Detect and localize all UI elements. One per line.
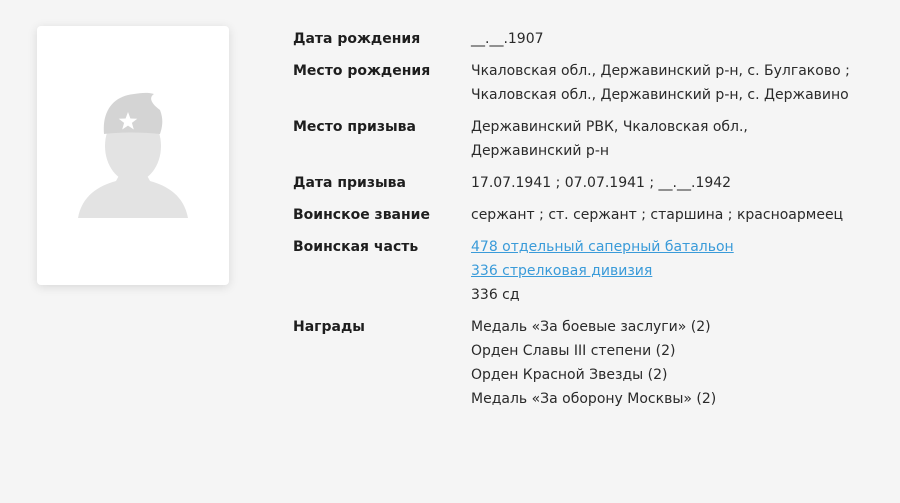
field-label: Место рождения bbox=[293, 63, 431, 79]
field-values: 17.07.1941 ; 07.07.1941 ; __.__.1942 bbox=[471, 171, 893, 195]
field-row-birth-place: Место рождения Чкаловская обл., Державинс… bbox=[293, 59, 893, 107]
field-values: Медаль «За боевые заслуги» (2) Орден Слав… bbox=[471, 315, 893, 411]
unit-link[interactable]: 478 отдельный саперный батальон bbox=[471, 235, 893, 259]
field-label: Воинская часть bbox=[293, 239, 419, 255]
field-value: сержант ; ст. сержант ; старшина ; красн… bbox=[471, 207, 844, 223]
field-label: Место призыва bbox=[293, 119, 416, 135]
field-value: Державинский р-н bbox=[471, 143, 610, 159]
field-value: Орден Красной Звезды (2) bbox=[471, 367, 668, 383]
field-value: 17.07.1941 ; 07.07.1941 ; __.__.1942 bbox=[471, 175, 732, 191]
field-label: Награды bbox=[293, 319, 365, 335]
field-row-unit: Воинская часть 478 отдельный саперный бат… bbox=[293, 235, 893, 307]
field-value: Чкаловская обл., Державинский р-н, с. Де… bbox=[471, 87, 849, 103]
field-row-draft-date: Дата призыва 17.07.1941 ; 07.07.1941 ; __… bbox=[293, 171, 893, 195]
soldier-record-page: Дата рождения __.__.1907 Место рождения Чка… bbox=[0, 0, 900, 503]
field-value: Чкаловская обл., Державинский р-н, с. Бу… bbox=[471, 63, 850, 79]
field-row-rank: Воинское звание сержант ; ст. сержант ; с… bbox=[293, 203, 893, 227]
field-label: Дата рождения bbox=[293, 31, 421, 47]
field-values: Державинский РВК, Чкаловская обл., Держав… bbox=[471, 115, 893, 163]
field-value: __.__.1907 bbox=[471, 31, 544, 47]
unit-link[interactable]: 336 стрелковая дивизия bbox=[471, 259, 893, 283]
field-values: сержант ; ст. сержант ; старшина ; красн… bbox=[471, 203, 893, 227]
field-values: 478 отдельный саперный батальон 336 стрел… bbox=[471, 235, 893, 307]
field-values: __.__.1907 bbox=[471, 27, 893, 51]
field-value: Орден Славы III степени (2) bbox=[471, 343, 676, 359]
photo-card bbox=[37, 26, 229, 285]
soldier-silhouette-icon bbox=[78, 92, 188, 218]
field-value: Медаль «За оборону Москвы» (2) bbox=[471, 391, 717, 407]
field-values: Чкаловская обл., Державинский р-н, с. Бу… bbox=[471, 59, 893, 107]
field-row-birth-date: Дата рождения __.__.1907 bbox=[293, 27, 893, 51]
field-value: Державинский РВК, Чкаловская обл., bbox=[471, 119, 748, 135]
field-label: Дата призыва bbox=[293, 175, 406, 191]
field-row-draft-place: Место призыва Державинский РВК, Чкаловска… bbox=[293, 115, 893, 163]
field-label: Воинское звание bbox=[293, 207, 430, 223]
field-value: 336 сд bbox=[471, 287, 520, 303]
record-details: Дата рождения __.__.1907 Место рождения Чка… bbox=[293, 27, 893, 419]
field-value: Медаль «За боевые заслуги» (2) bbox=[471, 319, 711, 335]
field-row-awards: Награды Медаль «За боевые заслуги» (2) Орд… bbox=[293, 315, 893, 411]
